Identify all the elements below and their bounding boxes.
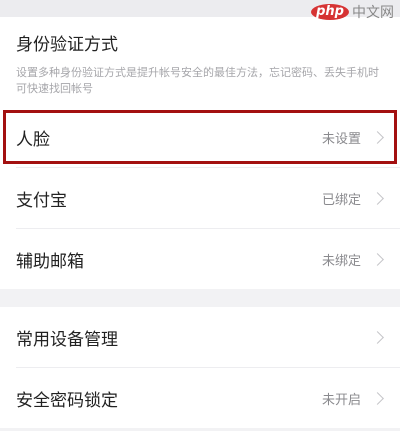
face-auth-label: 人脸	[16, 129, 50, 150]
backup-email-row[interactable]: 辅助邮箱 未绑定	[0, 229, 400, 289]
backup-email-status: 未绑定	[321, 253, 361, 269]
backup-email-label: 辅助邮箱	[16, 251, 84, 272]
auth-section-header: 身份验证方式 设置多种身份验证方式是提升帐号安全的最佳方法，忘记密码、丢失手机时…	[0, 17, 400, 107]
row-right	[361, 330, 386, 344]
chevron-right-icon	[371, 330, 384, 344]
alipay-row[interactable]: 支付宝 已绑定	[0, 168, 400, 228]
row-right: 未绑定	[322, 250, 386, 269]
row-right: 已绑定	[322, 189, 386, 208]
watermark: php 中文网	[311, 2, 394, 22]
section-description: 设置多种身份验证方式是提升帐号安全的最佳方法，忘记密码、丢失手机时可快速找回帐号	[16, 66, 379, 95]
section-title: 身份验证方式	[16, 35, 118, 55]
device-section: 常用设备管理 安全密码锁定 未开启	[0, 307, 400, 428]
section-gap	[0, 289, 400, 307]
face-auth-row[interactable]: 人脸 未设置	[0, 107, 400, 167]
face-auth-status: 未设置	[321, 131, 361, 147]
security-lock-label: 安全密码锁定	[16, 390, 118, 411]
alipay-label: 支付宝	[16, 190, 67, 211]
watermark-logo: php	[311, 4, 349, 20]
alipay-status: 已绑定	[321, 192, 361, 208]
row-right: 未开启	[322, 389, 386, 408]
chevron-right-icon	[371, 252, 384, 266]
chevron-right-icon	[371, 130, 384, 144]
device-management-label: 常用设备管理	[16, 329, 118, 350]
security-lock-status: 未开启	[321, 392, 361, 408]
security-lock-row[interactable]: 安全密码锁定 未开启	[0, 368, 400, 428]
chevron-right-icon	[371, 391, 384, 405]
auth-section: 身份验证方式 设置多种身份验证方式是提升帐号安全的最佳方法，忘记密码、丢失手机时…	[0, 17, 400, 289]
chevron-right-icon	[371, 191, 384, 205]
watermark-text: 中文网	[352, 5, 394, 21]
row-right: 未设置	[322, 128, 386, 147]
device-management-row[interactable]: 常用设备管理	[0, 307, 400, 367]
